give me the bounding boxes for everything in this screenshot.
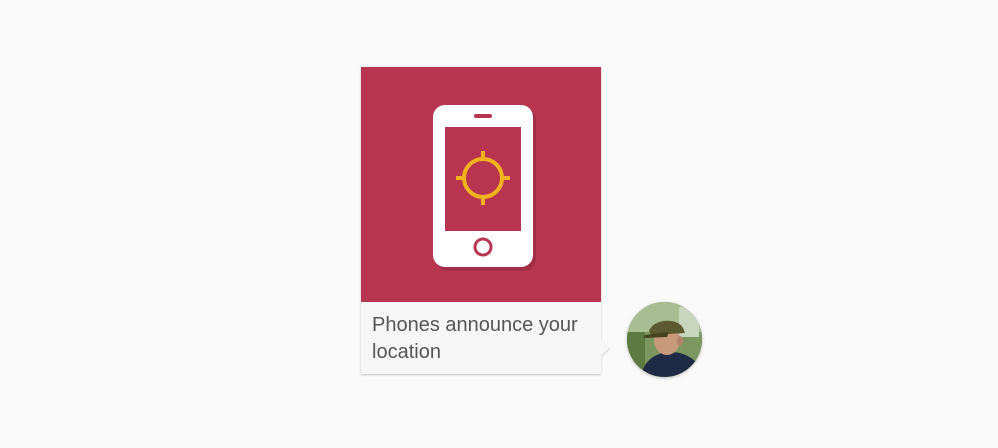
message-text: Phones announce your location bbox=[361, 302, 601, 374]
chat-stage: Phones announce your location bbox=[0, 0, 998, 448]
message-media bbox=[361, 67, 601, 302]
phone-location-icon bbox=[433, 105, 536, 271]
avatar-photo bbox=[627, 302, 702, 377]
bubble-tail bbox=[601, 340, 609, 356]
user-avatar[interactable] bbox=[627, 302, 702, 377]
message-card[interactable]: Phones announce your location bbox=[361, 67, 601, 374]
